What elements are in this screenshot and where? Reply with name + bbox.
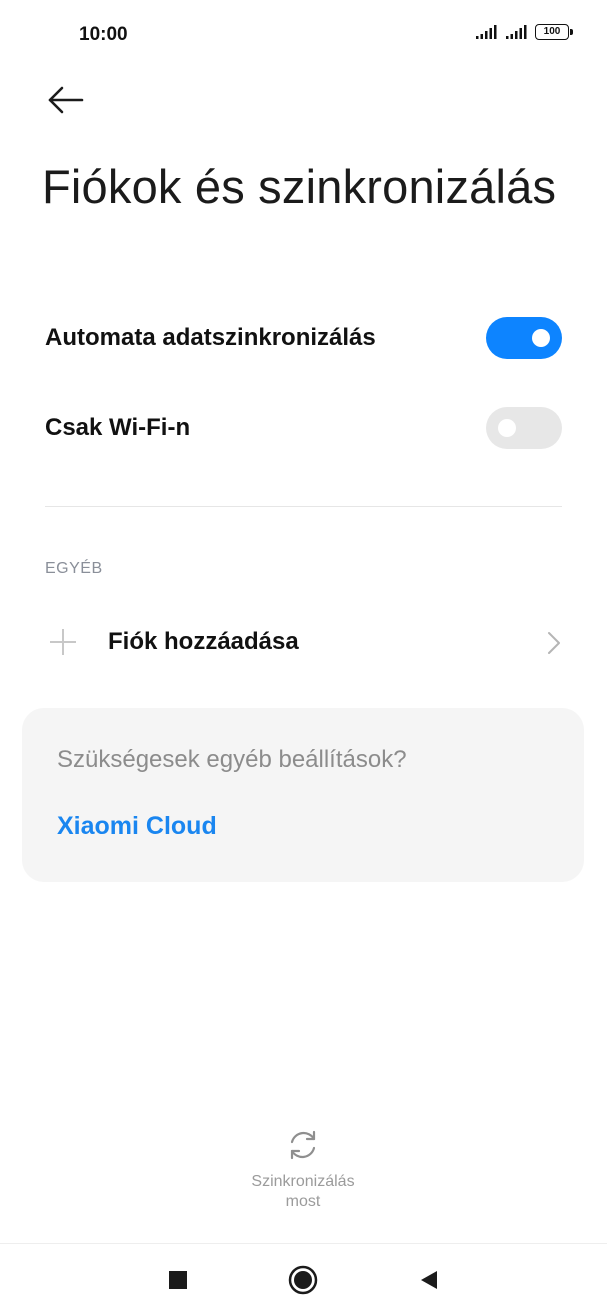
battery-icon: 100 xyxy=(535,24,573,40)
signal-icon xyxy=(506,25,527,39)
plus-icon xyxy=(50,629,76,655)
auto-sync-row[interactable]: Automata adatszinkronizálás xyxy=(0,298,607,378)
add-account-row[interactable]: Fiók hozzáadása xyxy=(0,602,607,682)
home-circle-icon[interactable] xyxy=(287,1264,319,1296)
wifi-only-toggle[interactable] xyxy=(486,407,562,449)
navigation-bar xyxy=(0,1244,607,1316)
wifi-only-row[interactable]: Csak Wi-Fi-n xyxy=(0,388,607,468)
add-account-label: Fiók hozzáadása xyxy=(108,628,299,655)
sync-now-label-line1: Szinkronizálás xyxy=(251,1173,355,1190)
auto-sync-label: Automata adatszinkronizálás xyxy=(45,324,376,351)
back-triangle-icon[interactable] xyxy=(413,1264,445,1296)
recents-square-icon[interactable] xyxy=(162,1264,194,1296)
sync-now-button[interactable]: Szinkronizálás most xyxy=(228,1128,378,1218)
page-title: Fiókok és szinkronizálás xyxy=(42,160,557,213)
sync-icon xyxy=(290,1130,316,1160)
arrow-left-icon xyxy=(48,86,84,114)
toggle-knob xyxy=(532,329,550,347)
section-header-other: EGYÉB xyxy=(45,560,103,577)
sync-now-label-line2: most xyxy=(285,1193,321,1210)
status-bar: 10:00 100 xyxy=(0,0,607,70)
status-time: 10:00 xyxy=(79,24,128,45)
wifi-only-label: Csak Wi-Fi-n xyxy=(45,414,191,441)
back-button[interactable] xyxy=(44,82,86,118)
auto-sync-toggle[interactable] xyxy=(486,317,562,359)
help-card: Szükségesek egyéb beállítások? Xiaomi Cl… xyxy=(22,708,584,882)
chevron-right-icon xyxy=(548,632,560,654)
toggle-knob xyxy=(498,419,516,437)
xiaomi-cloud-link[interactable]: Xiaomi Cloud xyxy=(57,812,217,841)
help-card-question: Szükségesek egyéb beállítások? xyxy=(57,746,407,773)
status-icons: 100 xyxy=(475,24,573,40)
divider xyxy=(45,506,562,507)
signal-icon xyxy=(476,25,497,39)
